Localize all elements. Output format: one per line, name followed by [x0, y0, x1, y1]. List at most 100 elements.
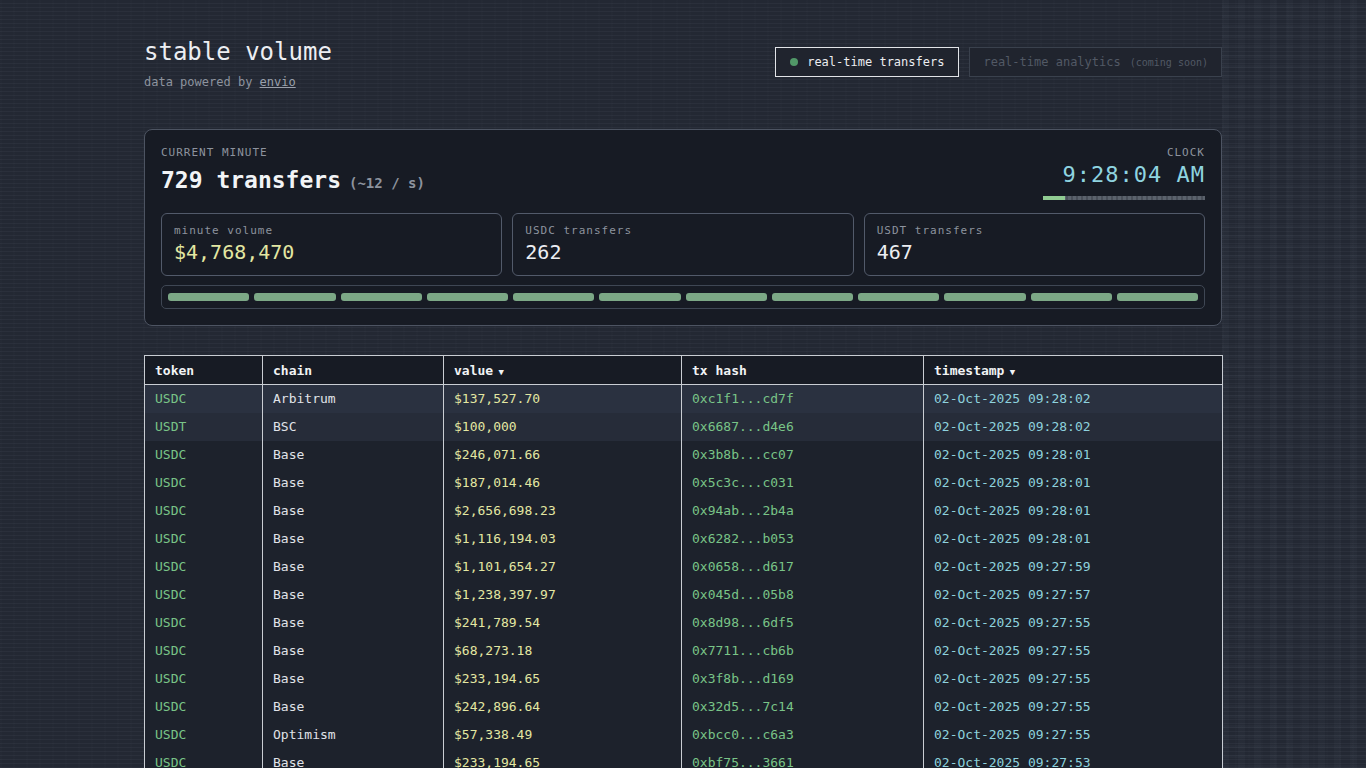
cell-value: $68,273.18 — [444, 637, 682, 665]
cell-chain: Base — [263, 469, 444, 497]
cell-value: $137,527.70 — [444, 385, 682, 413]
stat-box-label: minute volume — [174, 224, 489, 237]
tab-label: real-time analytics — [983, 55, 1120, 69]
envio-link[interactable]: envio — [260, 75, 296, 89]
cell-token: USDC — [145, 497, 263, 525]
cell-value: $57,338.49 — [444, 721, 682, 749]
table-header-row: tokenchainvalue ▼tx hashtimestamp ▼ — [145, 356, 1223, 385]
cell-token: USDC — [145, 665, 263, 693]
cell-chain: Base — [263, 553, 444, 581]
cell-value: $1,238,397.97 — [444, 581, 682, 609]
table-row: USDTBSC$100,0000x6687...d4e602-Oct-2025 … — [145, 413, 1223, 441]
minute-progress-segments — [161, 285, 1205, 309]
cell-token: USDC — [145, 553, 263, 581]
page-container: stable volume data powered by envio real… — [144, 0, 1222, 768]
cell-chain: Base — [263, 637, 444, 665]
cell-token: USDC — [145, 581, 263, 609]
cell-value: $233,194.65 — [444, 665, 682, 693]
cell-timestamp: 02-Oct-2025 09:28:01 — [924, 497, 1223, 525]
stat-box-value: 262 — [525, 241, 840, 264]
cell-tx-hash[interactable]: 0xbcc0...c6a3 — [682, 721, 924, 749]
cell-token: USDC — [145, 525, 263, 553]
column-header-token: token — [145, 356, 263, 385]
tab-suffix: (coming soon) — [1130, 57, 1208, 68]
live-dot-icon — [790, 58, 798, 66]
cell-chain: BSC — [263, 413, 444, 441]
table-row: USDCBase$246,071.660x3b8b...cc0702-Oct-2… — [145, 441, 1223, 469]
progress-segment — [1031, 293, 1112, 301]
cell-tx-hash[interactable]: 0x6687...d4e6 — [682, 413, 924, 441]
cell-value: $187,014.46 — [444, 469, 682, 497]
progress-segment — [1117, 293, 1198, 301]
cell-value: $242,896.64 — [444, 693, 682, 721]
stat-box-label: USDT transfers — [877, 224, 1192, 237]
tabs: real-time transfers real-time analytics … — [775, 47, 1222, 77]
cell-tx-hash[interactable]: 0x6282...b053 — [682, 525, 924, 553]
stat-box-minute-volume: minute volume $4,768,470 — [161, 213, 502, 276]
stat-box-value: $4,768,470 — [174, 241, 489, 264]
cell-chain: Optimism — [263, 721, 444, 749]
column-header-value[interactable]: value ▼ — [444, 356, 682, 385]
progress-segment — [168, 293, 249, 301]
sort-arrow-icon: ▼ — [1004, 367, 1015, 377]
transfers-table: tokenchainvalue ▼tx hashtimestamp ▼ USDC… — [144, 355, 1223, 768]
cell-timestamp: 02-Oct-2025 09:28:01 — [924, 441, 1223, 469]
cell-tx-hash[interactable]: 0x045d...05b8 — [682, 581, 924, 609]
table-row: USDCBase$1,116,194.030x6282...b05302-Oct… — [145, 525, 1223, 553]
sort-arrow-icon: ▼ — [493, 367, 504, 377]
progress-segment — [772, 293, 853, 301]
cell-tx-hash[interactable]: 0x8d98...6df5 — [682, 609, 924, 637]
cell-value: $246,071.66 — [444, 441, 682, 469]
column-header-tx-hash: tx hash — [682, 356, 924, 385]
subtitle-text: data powered by — [144, 75, 260, 89]
cell-timestamp: 02-Oct-2025 09:28:01 — [924, 525, 1223, 553]
progress-segment — [427, 293, 508, 301]
cell-chain: Base — [263, 525, 444, 553]
tab-real-time-transfers[interactable]: real-time transfers — [775, 47, 959, 77]
current-minute-panel: CURRENT MINUTE 729 transfers (~12 / s) C… — [144, 129, 1222, 326]
cell-timestamp: 02-Oct-2025 09:27:53 — [924, 749, 1223, 768]
progress-segment — [944, 293, 1025, 301]
progress-segment — [341, 293, 422, 301]
progress-segment — [599, 293, 680, 301]
progress-segment — [254, 293, 335, 301]
current-minute-label: CURRENT MINUTE — [161, 146, 425, 159]
cell-tx-hash[interactable]: 0x0658...d617 — [682, 553, 924, 581]
clock-progress-bar — [1043, 196, 1205, 200]
cell-timestamp: 02-Oct-2025 09:27:55 — [924, 721, 1223, 749]
tab-label: real-time transfers — [807, 55, 944, 69]
cell-token: USDC — [145, 469, 263, 497]
cell-timestamp: 02-Oct-2025 09:27:55 — [924, 637, 1223, 665]
cell-tx-hash[interactable]: 0x7711...cb6b — [682, 637, 924, 665]
clock-progress-fill — [1043, 196, 1065, 200]
cell-timestamp: 02-Oct-2025 09:27:55 — [924, 609, 1223, 637]
cell-chain: Base — [263, 665, 444, 693]
stat-box-usdt-transfers: USDT transfers467 — [864, 213, 1205, 276]
cell-tx-hash[interactable]: 0x3b8b...cc07 — [682, 441, 924, 469]
cell-value: $100,000 — [444, 413, 682, 441]
cell-value: $2,656,698.23 — [444, 497, 682, 525]
cell-chain: Base — [263, 497, 444, 525]
cell-chain: Base — [263, 749, 444, 768]
cell-tx-hash[interactable]: 0xc1f1...cd7f — [682, 385, 924, 413]
cell-token: USDC — [145, 609, 263, 637]
table-row: USDCBase$187,014.460x5c3c...c03102-Oct-2… — [145, 469, 1223, 497]
subtitle: data powered by envio — [144, 75, 332, 89]
cell-token: USDT — [145, 413, 263, 441]
tab-real-time-analytics[interactable]: real-time analytics (coming soon) — [969, 47, 1222, 77]
cell-tx-hash[interactable]: 0x3f8b...d169 — [682, 665, 924, 693]
transfers-rate: (~12 / s) — [349, 175, 425, 191]
cell-chain: Base — [263, 693, 444, 721]
page-title: stable volume — [144, 38, 332, 66]
table-row: USDCBase$2,656,698.230x94ab...2b4a02-Oct… — [145, 497, 1223, 525]
cell-chain: Base — [263, 609, 444, 637]
progress-segment — [858, 293, 939, 301]
cell-timestamp: 02-Oct-2025 09:27:59 — [924, 553, 1223, 581]
cell-tx-hash[interactable]: 0x94ab...2b4a — [682, 497, 924, 525]
cell-tx-hash[interactable]: 0x32d5...7c14 — [682, 693, 924, 721]
cell-tx-hash[interactable]: 0xbf75...3661 — [682, 749, 924, 768]
column-header-timestamp[interactable]: timestamp ▼ — [924, 356, 1223, 385]
cell-token: USDC — [145, 637, 263, 665]
cell-tx-hash[interactable]: 0x5c3c...c031 — [682, 469, 924, 497]
table-row: USDCBase$1,101,654.270x0658...d61702-Oct… — [145, 553, 1223, 581]
